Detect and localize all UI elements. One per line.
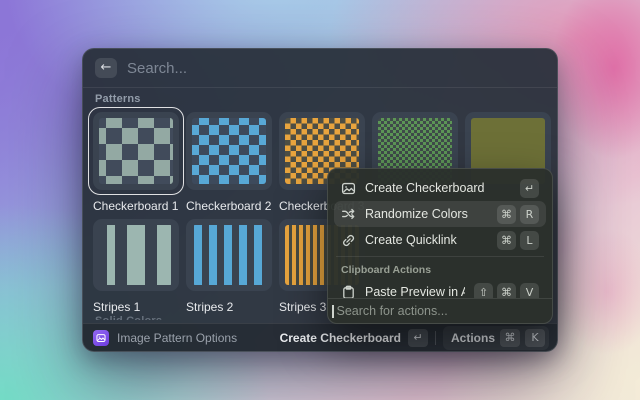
actions-search-placeholder: Search for actions... [337,304,448,318]
menu-item-label: Create Checkerboard [365,181,511,195]
cmd-key-badge: ⌘ [497,283,516,299]
next-section-header-clipped: Solid Colors [95,315,162,320]
footer-primary-action-button[interactable]: Create Checkerboard [280,331,401,345]
menu-item-label: Create Quicklink [365,233,488,247]
tile-stripes-2[interactable]: Stripes 2 [186,219,272,314]
search-input[interactable]: Search... [127,60,187,77]
cmd-key-badge: ⌘ [497,205,516,224]
cmd-key-badge: ⌘ [500,329,520,347]
actions-button-label: Actions [451,331,495,345]
menu-item-randomize-colors[interactable]: Randomize Colors ⌘ R [334,201,546,227]
tile-checkerboard-1[interactable]: Checkerboard 1 [93,112,179,213]
patterns-section-header: Patterns [95,93,141,105]
l-key-badge: L [520,231,539,250]
tile-label: Stripes 1 [93,300,179,314]
tile-label: Checkerboard 2 [186,199,272,213]
action-menu-list: Create Checkerboard ↵ Randomize Colors ⌘… [334,175,546,298]
actions-search-input[interactable]: Search for actions... [328,298,552,323]
r-key-badge: R [520,205,539,224]
cmd-key-badge: ⌘ [497,231,516,250]
v-key-badge: V [520,283,539,299]
menu-item-create-quicklink[interactable]: Create Quicklink ⌘ L [334,227,546,253]
k-key-badge: K [525,329,545,347]
tile-label: Stripes 2 [186,300,272,314]
top-search-bar: ← Search... [83,49,557,88]
image-icon [341,181,356,196]
footer-divider [435,331,436,345]
return-key-badge: ↵ [408,329,428,347]
action-menu-popover: Create Checkerboard ↵ Randomize Colors ⌘… [327,168,553,324]
tile-checkerboard-2[interactable]: Checkerboard 2 [186,112,272,213]
tile-stripes-1[interactable]: Stripes 1 [93,219,179,314]
clipboard-actions-section-header: Clipboard Actions [334,261,546,279]
link-icon [341,233,356,248]
menu-divider [336,256,544,257]
checkerboard-1-thumbnail [93,112,179,190]
menu-item-create-checkerboard[interactable]: Create Checkerboard ↵ [334,175,546,201]
footer-app-title: Image Pattern Options [117,331,272,345]
stripes-2-thumbnail [186,219,272,291]
menu-item-label: Randomize Colors [365,207,488,221]
stripes-1-thumbnail [93,219,179,291]
menu-item-paste-preview[interactable]: Paste Preview in Active App ⇧ ⌘ V [334,279,546,298]
raycast-window: ← Search... Patterns Checkerboard 1 Chec… [82,48,558,352]
back-button[interactable]: ← [95,58,117,78]
shift-key-badge: ⇧ [474,283,493,299]
footer-bar: Image Pattern Options Create Checkerboar… [83,323,557,351]
image-pattern-app-icon [93,330,109,346]
checkerboard-2-thumbnail [186,112,272,190]
return-key-badge: ↵ [520,179,539,198]
menu-item-label: Paste Preview in Active App [365,285,465,298]
tile-label: Checkerboard 1 [93,199,179,213]
actions-button[interactable]: Actions ⌘ K [443,326,549,350]
shuffle-icon [341,207,356,222]
clipboard-icon [341,285,356,299]
text-cursor [332,305,334,318]
